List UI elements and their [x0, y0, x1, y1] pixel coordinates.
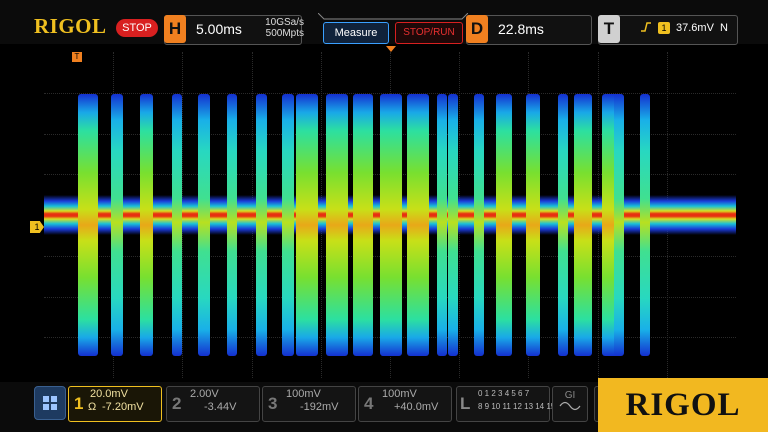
- channel3-offset: -192mV: [300, 401, 339, 413]
- trigger-source: 1: [658, 22, 670, 34]
- signal-burst: [558, 94, 568, 356]
- channel1-offset: -7.20mV: [102, 401, 144, 413]
- memory-depth: 500Mpts: [265, 28, 304, 39]
- signal-burst: [474, 94, 484, 356]
- channel3-number: 3: [268, 394, 278, 413]
- generator-label: GI: [564, 390, 576, 401]
- signal-burst: [296, 94, 318, 356]
- logic-tag: L: [460, 394, 471, 413]
- channel1-number: 1: [74, 394, 84, 413]
- delay-position-marker-icon[interactable]: [386, 46, 396, 52]
- delay-tag[interactable]: D: [466, 15, 488, 43]
- signal-burst: [526, 94, 540, 356]
- rigol-logo: RIGOL: [34, 14, 107, 38]
- horizontal-tag[interactable]: H: [164, 15, 186, 43]
- signal-burst: [172, 94, 182, 356]
- channel4-number: 4: [364, 394, 374, 413]
- channel2-scale: 2.00V: [190, 388, 219, 400]
- sample-rate: 10GSa/s: [265, 17, 304, 28]
- ohm-icon: Ω: [88, 401, 97, 413]
- channel4-offset: +40.0mV: [394, 401, 439, 413]
- trigger-tag[interactable]: T: [598, 15, 620, 43]
- signal-burst: [282, 94, 294, 356]
- measure-button[interactable]: Measure: [323, 22, 389, 44]
- grid-icon: [43, 396, 57, 410]
- trigger-level: 37.6mV: [676, 22, 714, 34]
- channel3-scale: 100mV: [286, 388, 321, 400]
- signal-burst: [78, 94, 98, 356]
- rigol-watermark-logo: RIGOL: [598, 378, 768, 432]
- home-menu-button[interactable]: [34, 386, 66, 420]
- signal-burst: [640, 94, 650, 356]
- channel1-offset-marker[interactable]: 1: [30, 221, 44, 233]
- signal-burst: [111, 94, 123, 356]
- signal-burst: [326, 94, 348, 356]
- signal-burst: [407, 94, 429, 356]
- menu-handle-icon[interactable]: [318, 13, 468, 21]
- trigger-mode: N: [720, 22, 728, 34]
- run-state-badge[interactable]: STOP: [116, 19, 158, 37]
- signal-burst: [574, 94, 592, 356]
- trigger-position-marker[interactable]: T: [72, 52, 82, 62]
- signal-burst: [448, 94, 458, 356]
- signal-burst: [614, 94, 624, 356]
- channel1-scale: 20.0mV: [90, 388, 128, 400]
- signal-burst: [380, 94, 402, 356]
- logic-channels-row1: 0 1 2 3 4 5 6 7: [478, 389, 530, 398]
- signal-burst: [227, 94, 237, 356]
- signal-burst: [198, 94, 210, 356]
- signal-burst: [256, 94, 267, 356]
- generator-button[interactable]: GI: [552, 386, 588, 422]
- logic-channels-row2: 8 9 10 11 12 13 14 15: [478, 402, 556, 411]
- signal-burst: [140, 94, 153, 356]
- signal-burst: [353, 94, 373, 356]
- channel2-number: 2: [172, 394, 182, 413]
- timebase-value: 5.00ms: [196, 21, 242, 37]
- signal-burst: [496, 94, 512, 356]
- channel4-scale: 100mV: [382, 388, 417, 400]
- channel2-offset: -3.44V: [204, 401, 237, 413]
- sine-wave-icon: [559, 401, 581, 411]
- rising-edge-icon: [641, 22, 651, 32]
- signal-burst: [437, 94, 447, 356]
- delay-value: 22.8ms: [498, 21, 544, 37]
- waveform-display[interactable]: [44, 52, 736, 378]
- stop-run-button[interactable]: STOP/RUN: [395, 22, 463, 44]
